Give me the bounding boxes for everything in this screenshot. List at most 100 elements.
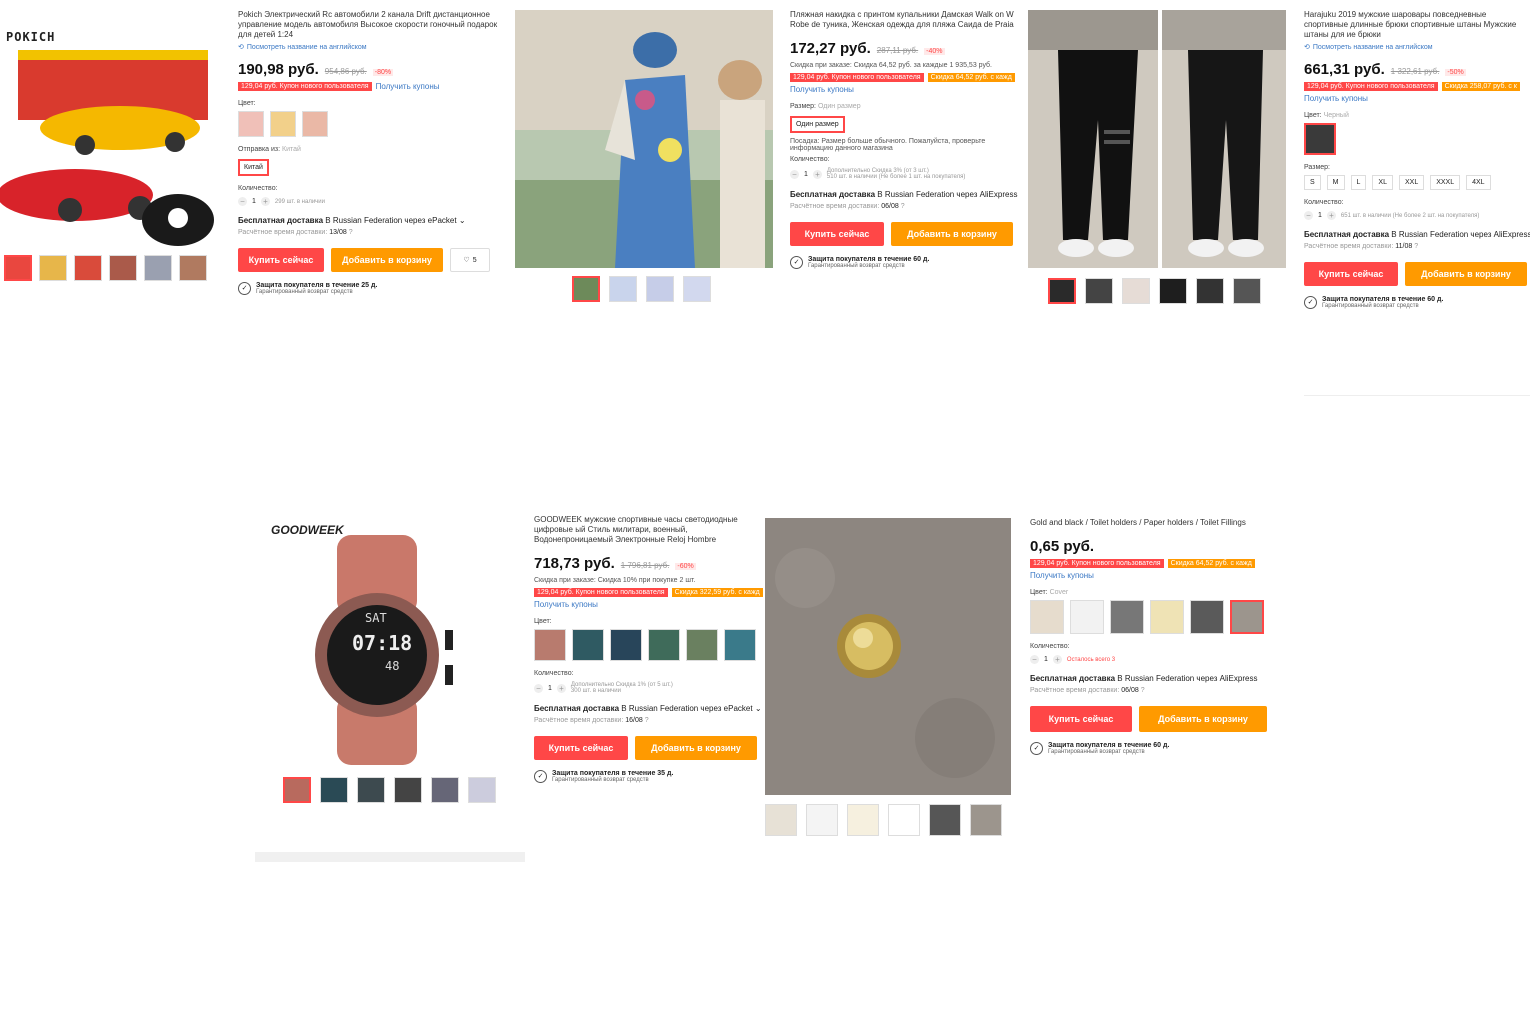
minus-icon[interactable]: − (1030, 655, 1039, 664)
help-icon[interactable]: ? (645, 717, 649, 724)
help-icon[interactable]: ? (1414, 243, 1418, 250)
color-swatch[interactable] (1190, 600, 1224, 634)
get-coupons-link[interactable]: Получить купоны (1304, 94, 1530, 103)
thumbnail[interactable] (765, 804, 797, 836)
help-icon[interactable]: ? (901, 203, 905, 210)
coupon-tag-store[interactable]: Скидка 64,52 руб. с кажд (1167, 559, 1255, 568)
thumbnail[interactable] (1196, 278, 1224, 304)
color-swatch[interactable] (648, 629, 680, 661)
color-swatch[interactable] (572, 629, 604, 661)
thumbnail[interactable] (847, 804, 879, 836)
color-swatch[interactable] (270, 111, 296, 137)
help-icon[interactable]: ? (1141, 687, 1145, 694)
product-main-image[interactable] (0, 20, 222, 250)
color-swatch[interactable] (686, 629, 718, 661)
quantity-value[interactable]: 1 (548, 685, 552, 692)
coupon-tag[interactable]: 129,04 руб. Купон нового пользователя (1030, 559, 1164, 568)
coupon-tag-store[interactable]: Скидка 258,07 руб. с к (1441, 82, 1520, 91)
translate-link[interactable]: ⟲ Посмотреть название на английском (238, 43, 510, 52)
minus-icon[interactable]: − (790, 169, 799, 179)
buy-now-button[interactable]: Купить сейчас (1030, 706, 1132, 732)
thumbnail[interactable] (357, 777, 385, 803)
thumbnail[interactable] (39, 255, 67, 281)
color-swatch[interactable] (1304, 123, 1336, 155)
minus-icon[interactable]: − (238, 197, 247, 206)
buy-now-button[interactable]: Купить сейчас (1304, 262, 1398, 286)
thumbnail[interactable] (609, 276, 637, 302)
coupon-tag[interactable]: 129,04 руб. Купон нового пользователя (790, 73, 924, 82)
get-coupons-link[interactable]: Получить купоны (790, 85, 1020, 94)
color-swatch[interactable] (610, 629, 642, 661)
color-swatch[interactable] (1070, 600, 1104, 634)
size-option[interactable]: 4XL (1466, 175, 1491, 190)
size-option[interactable]: XXXL (1430, 175, 1461, 190)
quantity-value[interactable]: 1 (1044, 656, 1048, 663)
color-swatch[interactable] (534, 629, 566, 661)
thumbnail[interactable] (929, 804, 961, 836)
plus-icon[interactable]: + (1326, 211, 1336, 220)
wishlist-button[interactable]: ♡ 5 (450, 248, 490, 272)
get-coupons-link[interactable]: Получить купоны (1030, 571, 1275, 580)
color-swatch[interactable] (1230, 600, 1264, 634)
coupon-tag[interactable]: 129,04 руб. Купон нового пользователя (1304, 82, 1438, 91)
size-option[interactable]: XXL (1398, 175, 1425, 190)
product-main-image[interactable] (765, 518, 1011, 795)
scroll-track[interactable] (255, 852, 525, 862)
minus-icon[interactable]: − (1304, 211, 1313, 220)
quantity-value[interactable]: 1 (252, 198, 256, 205)
size-option[interactable]: S (1304, 175, 1321, 190)
color-swatch[interactable] (1150, 600, 1184, 634)
translate-link[interactable]: ⟲ Посмотреть название на английском (1304, 43, 1530, 52)
thumbnail[interactable] (646, 276, 674, 302)
get-coupons-link[interactable]: Получить купоны (534, 600, 765, 609)
color-swatch[interactable] (238, 111, 264, 137)
quantity-value[interactable]: 1 (1318, 212, 1322, 219)
chevron-down-icon[interactable]: ⌄ (755, 704, 762, 713)
size-option[interactable]: XL (1372, 175, 1393, 190)
thumbnail[interactable] (1048, 278, 1076, 304)
add-to-cart-button[interactable]: Добавить в корзину (635, 736, 757, 760)
color-swatch[interactable] (302, 111, 328, 137)
color-swatch[interactable] (1030, 600, 1064, 634)
get-coupons-link[interactable]: Получить купоны (376, 82, 440, 91)
add-to-cart-button[interactable]: Добавить в корзину (1139, 706, 1267, 732)
minus-icon[interactable]: − (534, 683, 543, 693)
thumbnail[interactable] (1233, 278, 1261, 304)
add-to-cart-button[interactable]: Добавить в корзину (331, 248, 443, 272)
thumbnail[interactable] (1122, 278, 1150, 304)
help-icon[interactable]: ? (349, 229, 353, 236)
thumbnail[interactable] (1159, 278, 1187, 304)
coupon-tag[interactable]: 129,04 руб. Купон нового пользователя (534, 588, 668, 597)
quantity-value[interactable]: 1 (804, 171, 808, 178)
thumbnail[interactable] (431, 777, 459, 803)
thumbnail[interactable] (806, 804, 838, 836)
buy-now-button[interactable]: Купить сейчас (238, 248, 324, 272)
product-main-image[interactable] (1028, 10, 1286, 268)
thumbnail[interactable] (394, 777, 422, 803)
thumbnail[interactable] (109, 255, 137, 281)
thumbnail[interactable] (970, 804, 1002, 836)
thumbnail[interactable] (4, 255, 32, 281)
thumbnail[interactable] (468, 777, 496, 803)
color-swatch[interactable] (1110, 600, 1144, 634)
thumbnail[interactable] (888, 804, 920, 836)
plus-icon[interactable]: + (1052, 655, 1062, 664)
plus-icon[interactable]: + (812, 169, 822, 179)
thumbnail[interactable] (179, 255, 207, 281)
thumbnail[interactable] (283, 777, 311, 803)
thumbnail[interactable] (572, 276, 600, 302)
add-to-cart-button[interactable]: Добавить в корзину (1405, 262, 1527, 286)
thumbnail[interactable] (144, 255, 172, 281)
thumbnail[interactable] (74, 255, 102, 281)
product-main-image[interactable] (515, 10, 773, 268)
buy-now-button[interactable]: Купить сейчас (790, 222, 884, 246)
chevron-down-icon[interactable]: ⌄ (459, 216, 466, 225)
buy-now-button[interactable]: Купить сейчас (534, 736, 628, 760)
size-option[interactable]: L (1350, 175, 1367, 190)
thumbnail[interactable] (320, 777, 348, 803)
plus-icon[interactable]: + (260, 197, 270, 206)
coupon-tag-store[interactable]: Скидка 322,59 руб. с кажд (671, 588, 763, 597)
ship-from-option[interactable]: Китай (238, 159, 269, 176)
coupon-tag[interactable]: 129,04 руб. Купон нового пользователя (238, 82, 372, 91)
thumbnail[interactable] (683, 276, 711, 302)
